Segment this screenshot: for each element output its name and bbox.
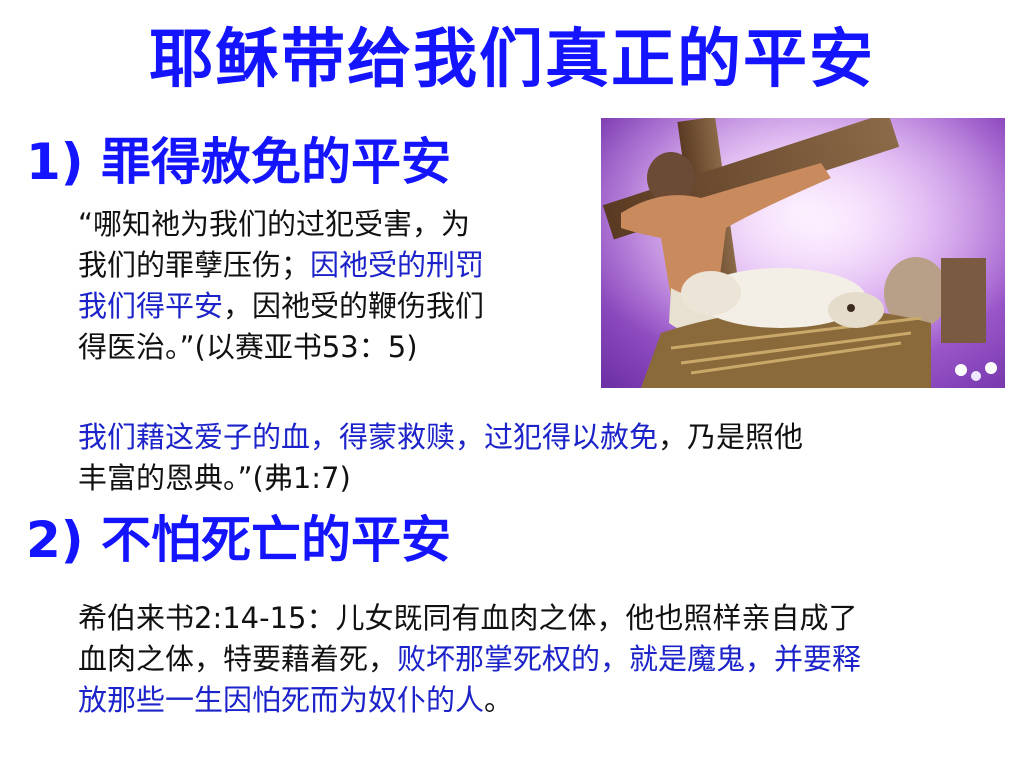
isaiah-quote-text-run: 我们得平安: [78, 289, 224, 323]
ephesians-verse-text-run: ，乃是照他: [658, 420, 804, 454]
isaiah-quote-text-run: 得医治。”(以赛亚书53：5): [78, 330, 418, 364]
ephesians-verse-text-run: 我们藉这爱子的血，得蒙救赎，过犯得以赦免: [78, 420, 659, 454]
hebrews-verse-text-run: 血肉之体，特要藉着死，: [78, 642, 398, 676]
crucifixion-lamb-image: [601, 118, 1005, 388]
hebrews-verse-text-run: 放那些一生因怕死而为奴仆的人: [78, 683, 485, 717]
ephesians-verse-text-run: 丰富的恩典。”(弗1:7): [78, 461, 351, 495]
isaiah-quote-text-run: ，因祂受的鞭伤我们: [223, 289, 485, 323]
isaiah-quote-text-run: “哪知祂为我们的过犯受害，为: [78, 207, 471, 241]
ephesians-verse: 我们藉这爱子的血，得蒙救赎，过犯得以赦免，乃是照他丰富的恩典。”(弗1:7): [78, 417, 1018, 499]
section1-heading: 1) 罪得赦免的平安: [26, 133, 452, 191]
isaiah-quote: “哪知祂为我们的过犯受害，为 我们的罪孽压伤；因祂受的刑罚我们得平安，因祂受的鞭伤…: [78, 204, 593, 368]
isaiah-quote-text-run: 我们的罪孽压伤；: [78, 248, 311, 282]
hebrews-verse-text-run: 希伯来书2:14-15：儿女既同有血肉之体，他也照样亲自成了: [78, 601, 858, 635]
slide-title: 耶稣带给我们真正的平安: [149, 23, 875, 97]
hebrews-verse-text-run: 。: [484, 683, 514, 717]
crucifixion-illustration: [601, 118, 1005, 388]
section2-heading: 2) 不怕死亡的平安: [26, 511, 452, 569]
hebrews-verse: 希伯来书2:14-15：儿女既同有血肉之体，他也照样亲自成了 血肉之体，特要藉着死…: [78, 598, 1018, 721]
isaiah-quote-text-run: 因祂受的刑罚: [310, 248, 485, 282]
hebrews-verse-text-run: 败坏那掌死权的，就是魔鬼，并要释: [397, 642, 862, 676]
